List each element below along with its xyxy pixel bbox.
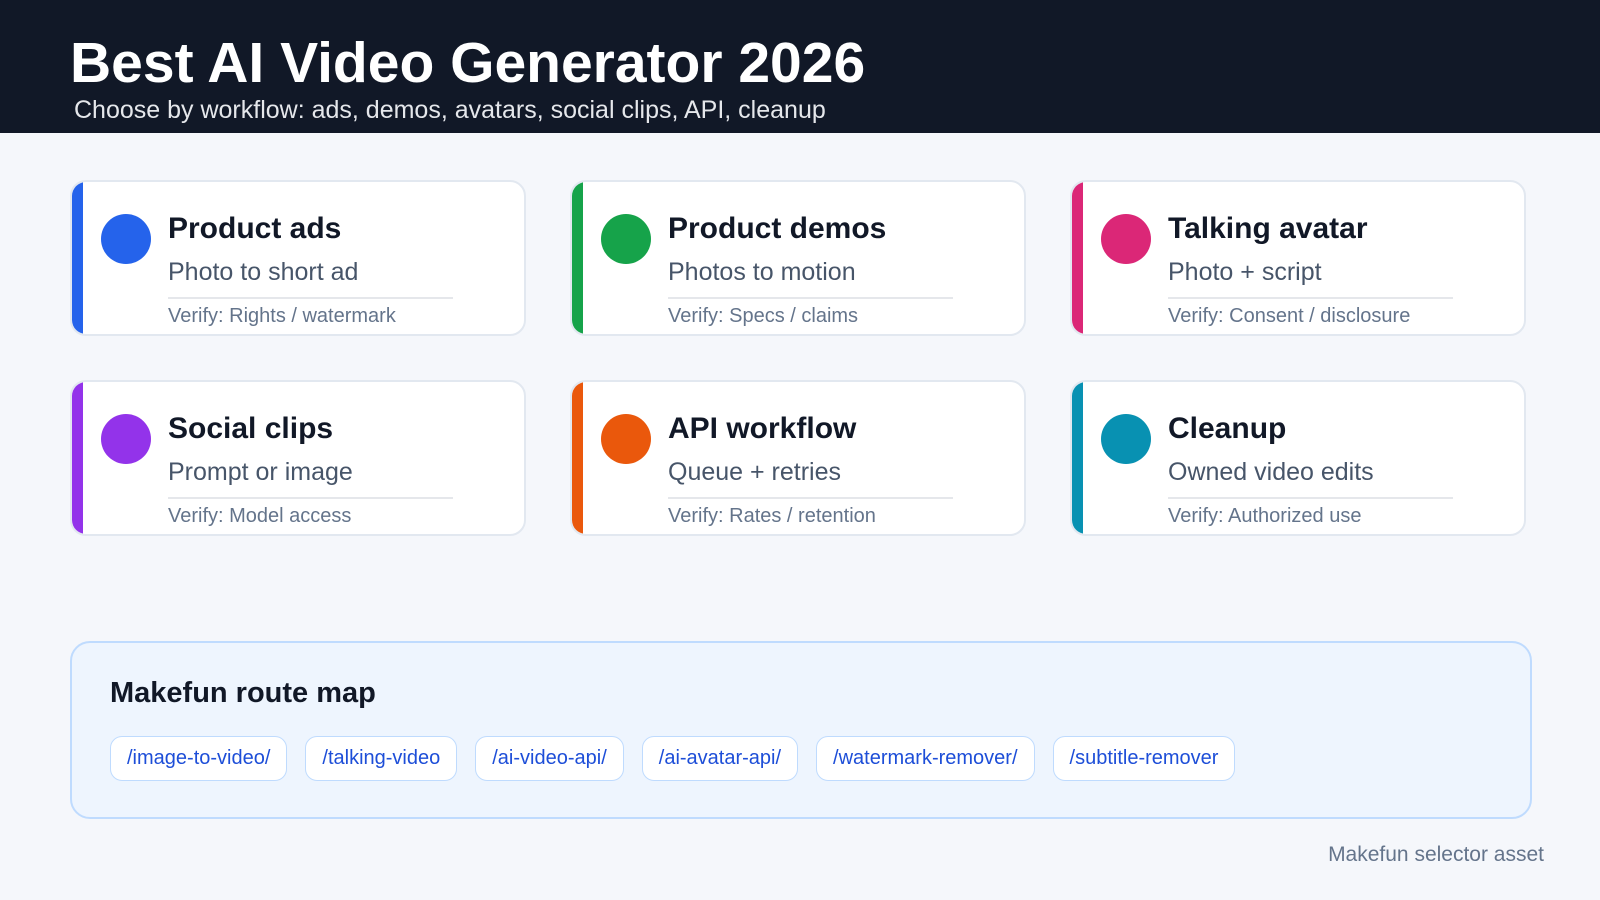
card-description: Photo + script: [1168, 258, 1322, 286]
card-description: Prompt or image: [168, 458, 353, 486]
route-chip-watermark-remover[interactable]: /watermark-remover/: [816, 736, 1035, 781]
card-accent-stripe: [572, 182, 583, 334]
card-color-dot-icon: [1101, 414, 1151, 464]
card-description: Queue + retries: [668, 458, 842, 486]
card-divider: [668, 497, 953, 499]
card-title: API workflow: [668, 412, 857, 445]
card-divider: [668, 297, 953, 299]
card-title: Product ads: [168, 212, 342, 245]
route-chip-subtitle-remover[interactable]: /subtitle-remover: [1052, 736, 1236, 781]
card-description: Photos to motion: [668, 258, 856, 286]
route-map-panel: Makefun route map /image-to-video/ /talk…: [70, 641, 1532, 819]
route-chip-image-to-video[interactable]: /image-to-video/: [110, 736, 288, 781]
card-title: Social clips: [168, 412, 334, 445]
card-color-dot-icon: [1101, 214, 1151, 264]
card-accent-stripe: [1072, 182, 1083, 334]
card-verify-note: Verify: Rights / watermark: [168, 305, 396, 327]
card-product-ads: Product ads Photo to short ad Verify: Ri…: [70, 180, 526, 336]
route-chip-ai-avatar-api[interactable]: /ai-avatar-api/: [641, 736, 799, 781]
card-verify-note: Verify: Rates / retention: [668, 505, 876, 527]
card-accent-stripe: [72, 182, 83, 334]
card-title: Product demos: [668, 212, 887, 245]
card-product-demos: Product demos Photos to motion Verify: S…: [570, 180, 1026, 336]
card-accent-stripe: [72, 382, 83, 534]
card-cleanup: Cleanup Owned video edits Verify: Author…: [1070, 380, 1526, 536]
card-description: Owned video edits: [1168, 458, 1374, 486]
card-accent-stripe: [572, 382, 583, 534]
card-verify-note: Verify: Model access: [168, 505, 352, 527]
card-api-workflow: API workflow Queue + retries Verify: Rat…: [570, 380, 1026, 536]
card-color-dot-icon: [101, 414, 151, 464]
card-talking-avatar: Talking avatar Photo + script Verify: Co…: [1070, 180, 1526, 336]
card-divider: [1168, 497, 1453, 499]
card-accent-stripe: [1072, 382, 1083, 534]
card-verify-note: Verify: Consent / disclosure: [1168, 305, 1411, 327]
route-chip-ai-video-api[interactable]: /ai-video-api/: [475, 736, 624, 781]
card-divider: [168, 297, 453, 299]
card-divider: [1168, 297, 1453, 299]
card-color-dot-icon: [101, 214, 151, 264]
page-subtitle: Choose by workflow: ads, demos, avatars,…: [74, 96, 826, 124]
card-social-clips: Social clips Prompt or image Verify: Mod…: [70, 380, 526, 536]
card-title: Talking avatar: [1168, 212, 1368, 245]
card-color-dot-icon: [601, 214, 651, 264]
route-chip-talking-video[interactable]: /talking-video: [305, 736, 458, 781]
card-verify-note: Verify: Specs / claims: [668, 305, 859, 327]
page-title: Best AI Video Generator 2026: [70, 31, 866, 95]
card-title: Cleanup: [1168, 412, 1287, 445]
route-map-title: Makefun route map: [110, 677, 376, 709]
card-divider: [168, 497, 453, 499]
card-color-dot-icon: [601, 414, 651, 464]
footer-note: Makefun selector asset: [1328, 843, 1544, 866]
header-banner: Best AI Video Generator 2026 Choose by w…: [0, 0, 1600, 133]
card-description: Photo to short ad: [168, 258, 359, 286]
card-verify-note: Verify: Authorized use: [1168, 505, 1362, 527]
route-chip-list: /image-to-video/ /talking-video /ai-vide…: [110, 736, 1236, 781]
